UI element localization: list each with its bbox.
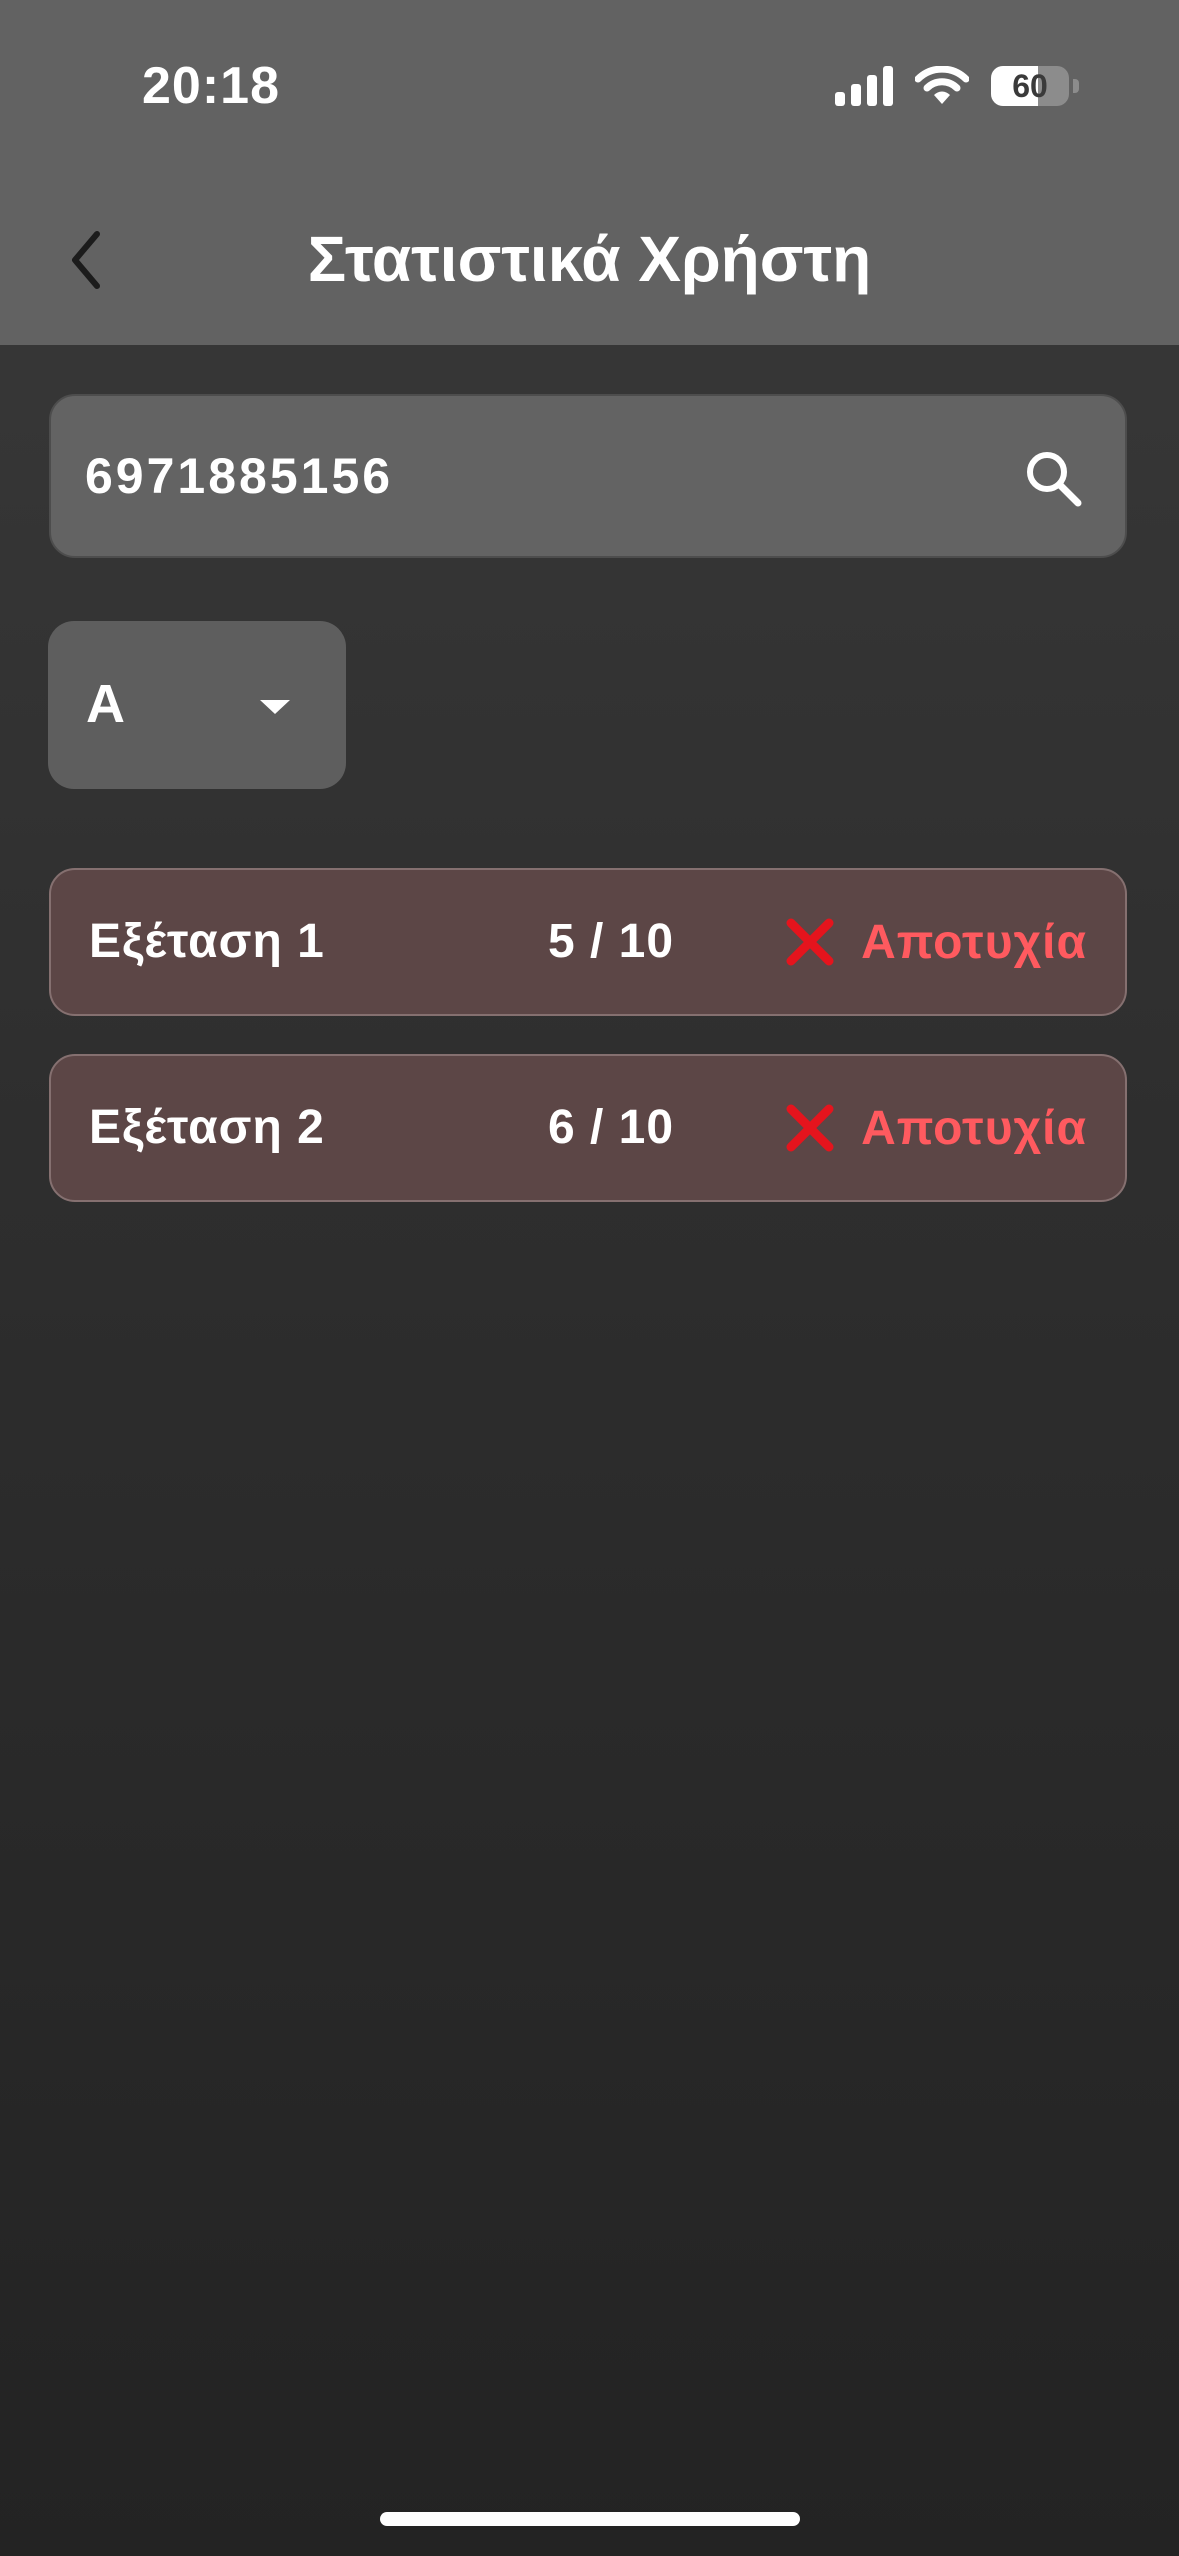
header-bar: 20:18 60 Στατιστικά Χρήστη xyxy=(0,0,1179,345)
exam-score: 6 / 10 xyxy=(547,1101,675,1154)
page-title: Στατιστικά Χρήστη xyxy=(307,223,872,295)
cellular-signal-icon xyxy=(835,66,893,106)
battery-level: 60 xyxy=(1012,67,1048,104)
wifi-icon xyxy=(915,66,969,104)
x-mark-icon xyxy=(786,918,834,966)
search-input[interactable] xyxy=(85,396,985,556)
status-label: Αποτυχία xyxy=(861,915,1087,969)
status-time: 20:18 xyxy=(142,57,280,115)
dropdown-selected-value: A xyxy=(86,674,125,734)
exam-score: 5 / 10 xyxy=(547,915,675,968)
search-icon xyxy=(1027,452,1082,507)
search-button[interactable] xyxy=(1017,442,1089,514)
status-label: Αποτυχία xyxy=(861,1101,1087,1155)
search-box[interactable] xyxy=(49,394,1127,558)
exam-name: Εξέταση 1 xyxy=(89,915,325,968)
result-row[interactable]: Εξέταση 2 6 / 10 Αποτυχία xyxy=(49,1054,1127,1202)
exam-status: Αποτυχία xyxy=(785,870,1087,1014)
exam-name: Εξέταση 2 xyxy=(89,1101,325,1154)
battery-icon: 60 xyxy=(991,66,1069,106)
filter-dropdown[interactable]: A xyxy=(48,621,346,789)
battery-tip xyxy=(1073,79,1079,93)
exam-status: Αποτυχία xyxy=(785,1056,1087,1200)
x-mark-icon xyxy=(786,1104,834,1152)
result-row[interactable]: Εξέταση 1 5 / 10 Αποτυχία xyxy=(49,868,1127,1016)
caret-down-icon xyxy=(260,700,290,714)
home-indicator[interactable] xyxy=(380,2512,800,2526)
status-indicators: 60 xyxy=(835,66,1079,106)
